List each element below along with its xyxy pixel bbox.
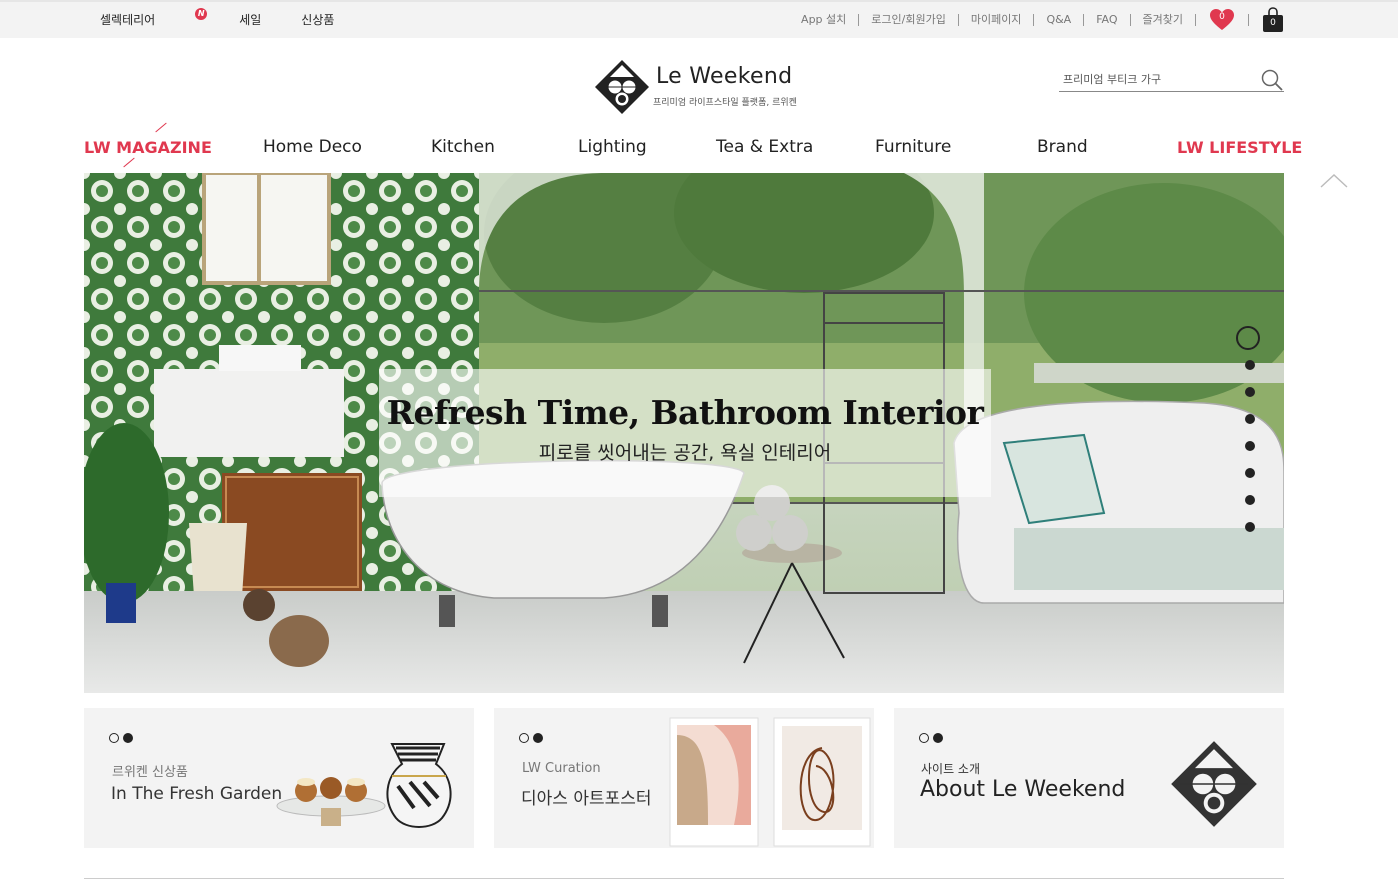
selecterior-link[interactable]: 셀렉테리어 N: [100, 8, 208, 28]
card-subtitle: 르위켄 신상품: [112, 765, 188, 780]
new-badge: N: [195, 8, 208, 20]
hero-subtitle: 피로를 씻어내는 공간, 욕실 인테리어: [538, 442, 832, 464]
card-subtitle: 사이트 소개: [921, 762, 981, 776]
wishlist-count: 0: [1219, 12, 1225, 22]
qna-link[interactable]: Q&A: [1034, 14, 1085, 26]
faq-link[interactable]: FAQ: [1084, 14, 1131, 26]
section-divider: [84, 878, 1284, 879]
slide-indicator[interactable]: [1245, 522, 1255, 532]
mypage-link[interactable]: 마이페이지: [959, 14, 1035, 26]
card-pager: [919, 733, 943, 743]
cart-count: 0: [1270, 18, 1276, 28]
nav-item-kitchen[interactable]: Kitchen: [431, 137, 495, 157]
logo-mark-icon: [1171, 741, 1257, 827]
nav-item-furniture[interactable]: Furniture: [875, 137, 951, 157]
top-right-links: App 설치 로그인/회원가입 마이페이지 Q&A FAQ 즐겨찾기 0 0: [801, 7, 1284, 33]
slider-pagination: [1236, 326, 1262, 549]
card-pager: [519, 733, 543, 743]
scroll-top-arrow-icon[interactable]: [1320, 172, 1348, 190]
pager-dot: [919, 733, 929, 743]
card-title: 디아스 아트포스터: [521, 789, 652, 809]
sale-link[interactable]: 세일: [239, 11, 261, 28]
new-products-link[interactable]: 신상품: [301, 11, 334, 28]
top-utility-bar: 셀렉테리어 N 세일 신상품 App 설치 로그인/회원가입 마이페이지 Q&A …: [0, 0, 1398, 38]
slide-indicator[interactable]: [1245, 414, 1255, 424]
nav-item-lw-lifestyle[interactable]: LW LIFESTYLE: [1177, 138, 1302, 157]
slide-indicator[interactable]: [1245, 468, 1255, 478]
slide-indicator-active[interactable]: [1236, 326, 1260, 350]
nav-item-home-deco[interactable]: Home Deco: [263, 137, 362, 157]
main-nav: LW MAGAZINE Home Deco Kitchen Lighting T…: [84, 122, 1302, 168]
pager-dot: [533, 733, 543, 743]
hero-banner[interactable]: Refresh Time, Bathroom Interior 피로를 씻어내는…: [84, 173, 1284, 693]
top-left-links: 셀렉테리어 N 세일 신상품: [100, 8, 374, 28]
card-pager: [109, 733, 133, 743]
hero-title: Refresh Time, Bathroom Interior: [386, 393, 984, 432]
brand-name: Le Weekend: [656, 64, 793, 89]
card-title: In The Fresh Garden: [111, 784, 283, 804]
search-box: [1059, 66, 1284, 92]
nav-item-lighting[interactable]: Lighting: [578, 137, 647, 157]
logo-mark-icon: [595, 60, 649, 114]
slide-indicator[interactable]: [1245, 360, 1255, 370]
cake-stand-vase-image: [276, 743, 452, 828]
slide-indicator[interactable]: [1245, 495, 1255, 505]
search-input[interactable]: [1063, 70, 1253, 88]
site-logo[interactable]: Le Weekend 프리미엄 라이프스타일 플랫폼, 르위켄: [593, 58, 803, 114]
card-title: About Le Weekend: [920, 777, 1126, 802]
pager-dot: [109, 733, 119, 743]
magazine-accent-line: [155, 122, 167, 133]
login-signup-link[interactable]: 로그인/회원가입: [859, 14, 959, 26]
pager-dot: [933, 733, 943, 743]
magazine-accent-line: [123, 157, 135, 168]
app-install-link[interactable]: App 설치: [801, 14, 860, 26]
favorites-link[interactable]: 즐겨찾기: [1131, 14, 1196, 26]
slide-indicator[interactable]: [1245, 441, 1255, 451]
pager-dot: [123, 733, 133, 743]
pager-dot: [519, 733, 529, 743]
promo-card-about[interactable]: 사이트 소개 About Le Weekend: [894, 708, 1284, 848]
nav-item-brand[interactable]: Brand: [1037, 137, 1088, 157]
art-poster-image: [669, 717, 871, 847]
wishlist-button[interactable]: 0: [1209, 8, 1235, 32]
divider: [1248, 14, 1249, 26]
nav-item-lw-magazine[interactable]: LW MAGAZINE: [84, 138, 212, 157]
hero-caption: Refresh Time, Bathroom Interior 피로를 씻어내는…: [379, 369, 991, 497]
nav-item-tea-extra[interactable]: Tea & Extra: [716, 137, 813, 157]
cart-button[interactable]: 0: [1262, 7, 1284, 33]
promo-card-new-products[interactable]: 르위켄 신상품 In The Fresh Garden: [84, 708, 474, 848]
promo-card-curation[interactable]: LW Curation 디아스 아트포스터: [494, 708, 874, 848]
brand-tagline: 프리미엄 라이프스타일 플랫폼, 르위켄: [653, 98, 797, 108]
search-icon[interactable]: [1260, 68, 1284, 92]
card-subtitle: LW Curation: [522, 761, 601, 776]
slide-indicator[interactable]: [1245, 387, 1255, 397]
selecterior-label: 셀렉테리어: [100, 13, 156, 27]
